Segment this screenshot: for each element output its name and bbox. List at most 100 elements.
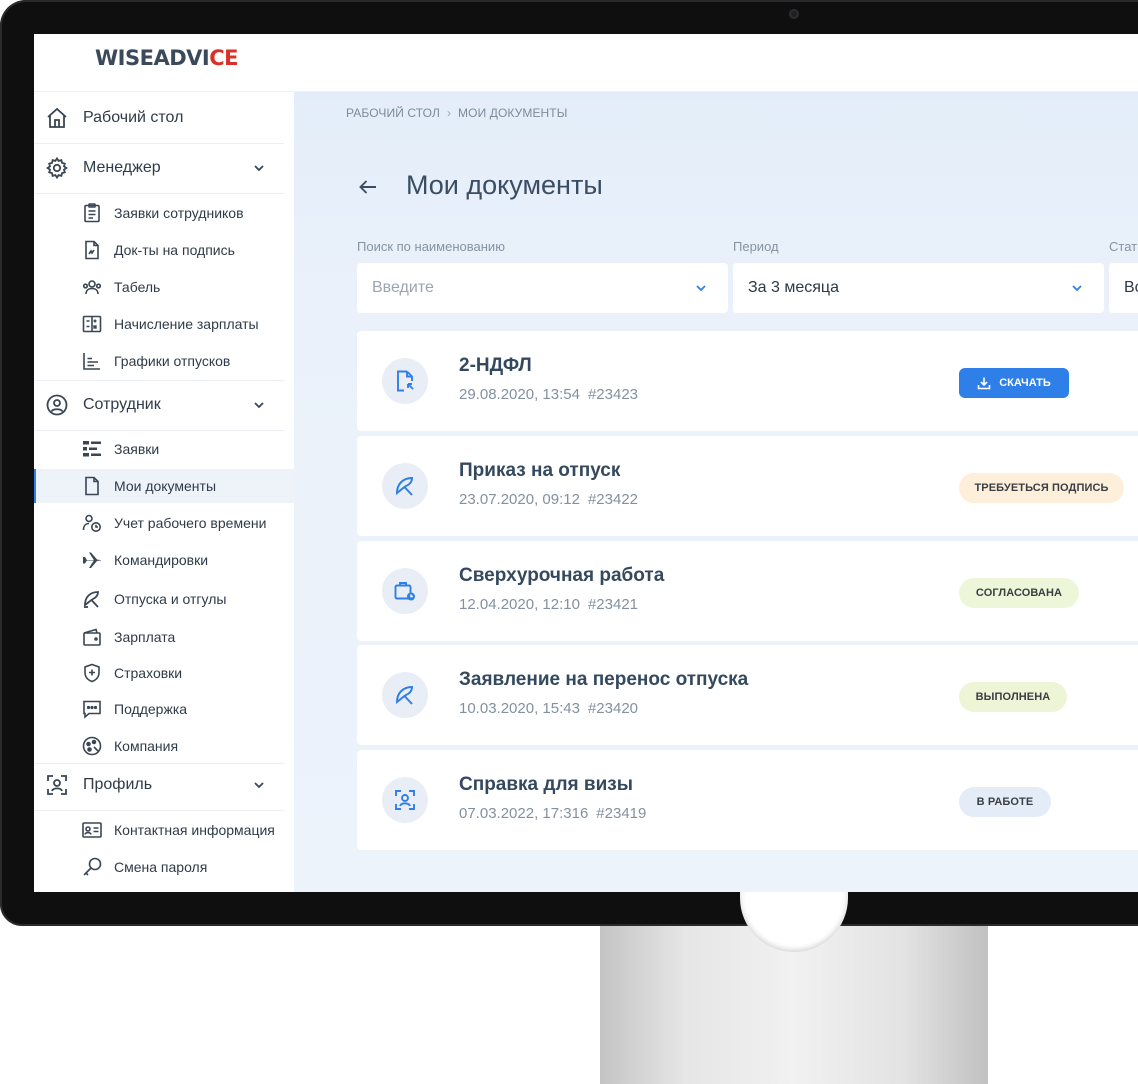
user-circle-icon [46,394,68,416]
document-number: #23422 [587,491,639,508]
bar-chart-icon [83,353,100,370]
document-meta: 23.07.2020, 09:12 #23422 [459,491,638,508]
logo-text: WISEADVI [95,46,210,70]
divider [34,810,284,811]
status-badge: ТРЕБУЕТЬСЯ ПОДПИСЬ [959,473,1124,503]
sidebar-item-business-trips[interactable]: Командировки [34,543,284,577]
document-card[interactable]: Сверхурочная работа 12.04.2020, 12:10 #23… [357,541,1138,641]
wallet-icon [83,628,101,646]
breadcrumb-home[interactable]: РАБОЧИЙ СТОЛ [346,106,440,120]
sidebar-item-desktop[interactable]: Рабочий стол [34,94,284,142]
sidebar-item-vacation-charts[interactable]: Графики отпусков [34,344,284,378]
document-download-icon [397,370,414,392]
document-icon-wrap [382,568,428,614]
document-title: Справка для визы [459,774,633,795]
sidebar-item-support[interactable]: Поддержка [34,692,284,726]
calculator-icon [82,315,102,333]
user-scan-icon [395,790,415,810]
sidebar-item-label: Смена пароля [114,859,208,875]
beach-umbrella-icon [84,591,99,608]
period-value: За 3 месяца [748,279,839,296]
user-scan-icon [47,775,67,795]
search-placeholder: Введите [372,279,434,296]
briefcase-clock-icon [394,582,415,601]
document-icon [85,476,99,496]
download-button[interactable]: СКАЧАТЬ [959,368,1069,398]
sidebar-item-payroll[interactable]: Начисление зарплаты [34,307,284,341]
status-badge: СОГЛАСОВАНА [959,578,1079,608]
sidebar-item-contact-info[interactable]: Контактная информация [34,813,284,847]
chevron-down-icon[interactable] [252,778,266,792]
document-card[interactable]: Справка для визы 07.03.2022, 17:316 #2341… [357,750,1138,850]
sidebar-group-employee[interactable]: Сотрудник [34,381,284,429]
download-icon [977,377,991,390]
sidebar: Рабочий стол Менеджер Заявки сотрудников… [34,92,294,892]
sidebar-item-label: Поддержка [114,701,188,717]
chevron-down-icon [1072,285,1082,292]
document-meta: 12.04.2020, 12:10 #23421 [459,596,638,613]
page-title: Мои документы [406,170,603,200]
sidebar-item-label: Док-ты на подпись [114,242,235,258]
document-card[interactable]: Приказ на отпуск 23.07.2020, 09:12 #23422… [357,436,1138,536]
sidebar-item-label: Страховки [114,665,183,681]
document-icon-wrap [382,463,428,509]
beach-umbrella-icon [395,685,414,705]
sidebar-item-employee-requests[interactable]: Заявки сотрудников [34,196,284,230]
sidebar-item-timesheet[interactable]: Табель [34,270,284,304]
divider [34,193,284,194]
sidebar-item-insurance[interactable]: Страховки [34,656,284,690]
status-select[interactable]: Вс [1109,263,1138,313]
document-date: 10.03.2020, 15:43 [459,700,580,717]
sidebar-item-change-password[interactable]: Смена пароля [34,850,284,884]
sidebar-item-docs-to-sign[interactable]: Док-ты на подпись [34,233,284,267]
document-title: 2-НДФЛ [459,355,532,376]
document-card[interactable]: 2-НДФЛ 29.08.2020, 13:54 #23423 СКАЧАТЬ [357,331,1138,431]
document-date: 23.07.2020, 09:12 [459,491,580,508]
id-card-icon [82,822,102,838]
chevron-down-icon[interactable] [252,398,266,412]
sidebar-item-label: Заявки [114,441,160,457]
gear-icon [45,156,69,180]
chevron-down-icon [696,285,706,292]
home-icon [47,107,67,128]
sidebar-item-label: Профиль [83,776,153,793]
document-date: 29.08.2020, 13:54 [459,386,580,403]
document-meta: 10.03.2020, 15:43 #23420 [459,700,638,717]
search-input[interactable]: Введите [357,263,728,313]
document-number: #23423 [587,386,639,403]
sidebar-item-label: Учет рабочего времени [114,515,267,531]
breadcrumb-separator: › [446,106,452,120]
sidebar-group-manager[interactable]: Менеджер [34,144,284,192]
sidebar-item-company[interactable]: Компания [34,729,284,763]
document-title: Сверхурочная работа [459,565,665,586]
document-icon-wrap [382,672,428,718]
sidebar-group-profile[interactable]: Профиль [34,761,284,809]
sidebar-item-label: Зарплата [114,629,176,645]
document-number: #23421 [587,596,639,613]
sidebar-item-label: Менеджер [83,159,161,176]
period-select[interactable]: За 3 месяца [733,263,1104,313]
status-label: Стат [1109,239,1138,254]
document-card[interactable]: Заявление на перенос отпуска 10.03.2020,… [357,645,1138,745]
beach-umbrella-icon [395,476,414,496]
breadcrumb-current: МОИ ДОКУМЕНТЫ [458,106,568,120]
key-icon [83,857,102,876]
sidebar-item-label: Отпуска и отгулы [114,591,227,607]
sidebar-item-requests[interactable]: Заявки [34,432,284,466]
document-title: Заявление на перенос отпуска [459,669,749,690]
app-screen: WISEADVICE Рабочий стол Менеджер Заявки … [34,34,1138,892]
sidebar-item-label: Командировки [114,552,209,568]
document-meta: 29.08.2020, 13:54 #23423 [459,386,638,403]
brand-logo[interactable]: WISEADVICE [95,46,238,70]
chevron-down-icon[interactable] [252,161,266,175]
chat-icon [83,700,101,719]
sidebar-item-salary[interactable]: Зарплата [34,620,284,654]
sidebar-item-label: Контактная информация [114,822,275,838]
sidebar-item-vacations[interactable]: Отпуска и отгулы [34,582,284,616]
shield-plus-icon [84,663,100,683]
back-arrow-icon[interactable] [357,176,379,198]
sidebar-item-time-tracking[interactable]: Учет рабочего времени [34,506,284,540]
sidebar-item-my-documents[interactable]: Мои документы [34,469,294,503]
document-date: 07.03.2022, 17:316 [459,805,589,822]
sidebar-item-label: Заявки сотрудников [114,205,244,221]
